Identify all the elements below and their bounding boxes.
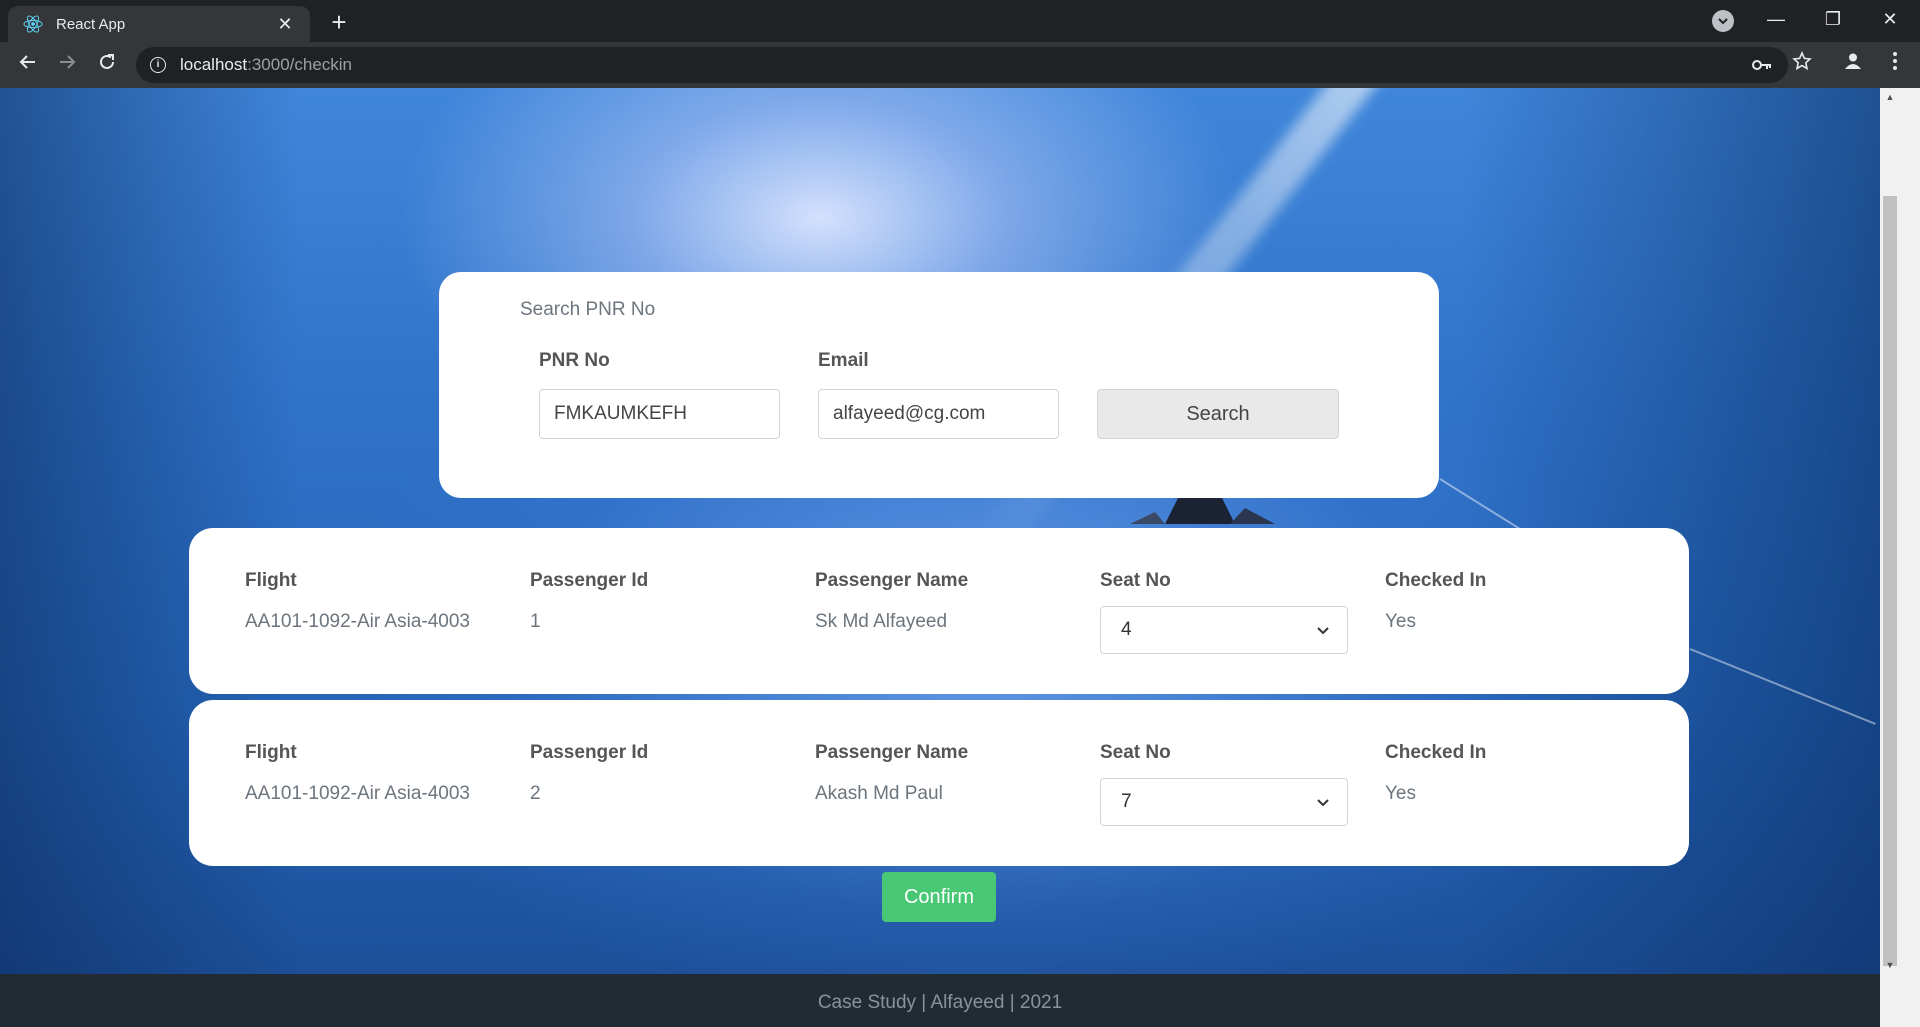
search-button[interactable]: Search [1097,389,1339,439]
seat-select[interactable]: 7 [1100,778,1348,826]
menu-dots-icon[interactable] [1880,50,1910,80]
flight-column: Flight AA101-1092-Air Asia-4003 [245,570,470,633]
checked-in-label: Checked In [1385,570,1487,591]
passenger-name-value: Akash Md Paul [815,783,943,804]
confirm-button[interactable]: Confirm [882,872,996,922]
pnr-label: PNR No [539,350,610,371]
seat-select-value: 4 [1121,619,1132,640]
passenger-id-column: Passenger Id 1 [530,570,648,633]
footer-text: Case Study | Alfayeed | 2021 [817,992,1063,1013]
tab-bar: React App ✕ + — ❐ ✕ [0,0,1920,42]
seat-select[interactable]: 4 [1100,606,1348,654]
passenger-id-label: Passenger Id [530,742,649,763]
checked-in-column: Checked In Yes [1385,742,1486,805]
reload-icon[interactable] [91,49,123,81]
browser-toolbar: i localhost:3000/checkin [0,42,1920,88]
passenger-card: Flight AA101-1092-Air Asia-4003 Passenge… [189,700,1689,866]
chevron-down-icon [1317,622,1329,638]
forward-arrow-icon[interactable] [51,49,83,81]
profile-icon[interactable] [1838,50,1868,80]
checked-in-value: Yes [1385,611,1416,632]
seat-no-label: Seat No [1100,570,1171,591]
pnr-input[interactable] [539,389,780,439]
email-label: Email [818,350,869,371]
address-bar[interactable]: i localhost:3000/checkin [136,47,1788,83]
passenger-id-label: Passenger Id [530,570,649,591]
seat-no-column: Seat No [1100,570,1171,594]
flight-value: AA101-1092-Air Asia-4003 [245,783,470,804]
checked-in-label: Checked In [1385,742,1487,763]
footer: Case Study | Alfayeed | 2021 [0,974,1880,1027]
flight-value: AA101-1092-Air Asia-4003 [245,611,470,632]
tab-close-icon[interactable]: ✕ [274,14,296,35]
search-card-heading: Search PNR No [520,299,656,320]
passenger-id-value: 1 [530,611,541,632]
checked-in-column: Checked In Yes [1385,570,1486,633]
seat-no-column: Seat No [1100,742,1171,766]
window-minimize-button[interactable]: — [1748,4,1804,34]
search-pnr-card: Search PNR No PNR No Email Search [439,272,1439,498]
flight-label: Flight [245,570,297,591]
checked-in-value: Yes [1385,783,1416,804]
airplane-image [1130,494,1275,524]
info-icon[interactable]: i [150,57,166,73]
passenger-name-column: Passenger Name Akash Md Paul [815,742,968,805]
chevron-down-icon [1317,794,1329,810]
flight-column: Flight AA101-1092-Air Asia-4003 [245,742,470,805]
passenger-name-column: Passenger Name Sk Md Alfayeed [815,570,968,633]
window-close-button[interactable]: ✕ [1862,4,1918,34]
seat-select-value: 7 [1121,791,1132,812]
star-icon[interactable] [1787,50,1817,80]
passenger-card: Flight AA101-1092-Air Asia-4003 Passenge… [189,528,1689,694]
browser-tab[interactable]: React App ✕ [8,6,310,42]
tab-search-icon[interactable] [1712,10,1734,32]
scrollbar-thumb[interactable] [1883,196,1897,966]
page-scrollbar[interactable]: ▲ ▼ [1880,88,1920,974]
tab-title: React App [56,15,126,33]
url-path: :3000/checkin [247,55,353,74]
passenger-id-value: 2 [530,783,541,804]
key-icon[interactable] [1747,50,1777,80]
scroll-up-icon[interactable]: ▲ [1882,90,1898,104]
passenger-name-label: Passenger Name [815,742,969,763]
react-favicon-icon [22,13,44,35]
window-restore-button[interactable]: ❐ [1805,4,1861,34]
passenger-name-value: Sk Md Alfayeed [815,611,948,632]
url-host: localhost [180,55,248,74]
new-tab-button[interactable]: + [324,8,354,38]
flight-label: Flight [245,742,297,763]
seat-no-label: Seat No [1100,742,1171,763]
passenger-name-label: Passenger Name [815,570,969,591]
email-input[interactable] [818,389,1059,439]
back-arrow-icon[interactable] [12,49,44,81]
scroll-down-icon[interactable]: ▼ [1882,958,1898,972]
passenger-id-column: Passenger Id 2 [530,742,648,805]
page-background: Search PNR No PNR No Email Search Flight… [0,88,1880,974]
